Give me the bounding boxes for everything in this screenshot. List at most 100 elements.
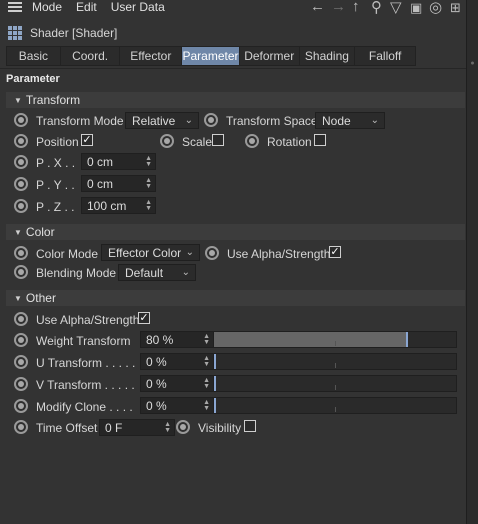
keyframe-radio-icon[interactable] — [14, 355, 28, 369]
time-offset-value: 0 F — [105, 420, 123, 435]
spinner-arrows-icon[interactable]: ▲ ▼ — [203, 355, 210, 368]
spinner-arrows-icon[interactable]: ▲ ▼ — [145, 155, 152, 168]
keyframe-radio-icon[interactable] — [14, 177, 28, 191]
spinner-arrows-icon[interactable]: ▲ ▼ — [145, 199, 152, 212]
parameter-title: Parameter — [6, 73, 60, 85]
color-alpha-label: Use Alpha/Strength — [227, 247, 331, 261]
spinner-arrows-icon[interactable]: ▲ ▼ — [145, 177, 152, 190]
collapse-triangle-icon[interactable]: ▼ — [14, 228, 22, 237]
weight-transform-input[interactable]: 80 % ▲ ▼ — [140, 331, 214, 348]
modify-clone-value: 0 % — [146, 398, 167, 413]
spinner-arrows-icon[interactable]: ▲ ▼ — [203, 377, 210, 390]
u-transform-label: U Transform . . . . . — [36, 356, 136, 370]
position-z-input[interactable]: 100 cm ▲ ▼ — [81, 197, 156, 214]
position-y-input[interactable]: 0 cm ▲ ▼ — [81, 175, 156, 192]
weight-transform-slider[interactable] — [213, 331, 457, 348]
keyframe-radio-icon[interactable] — [245, 134, 259, 148]
color-mode-label: Color Mode — [36, 247, 99, 261]
u-transform-input[interactable]: 0 % ▲ ▼ — [140, 353, 214, 370]
position-x-label: P . X . . — [36, 156, 76, 170]
blending-mode-dropdown[interactable]: Default ⌄ — [118, 264, 196, 281]
u-transform-slider[interactable] — [213, 353, 457, 370]
time-offset-label: Time Offset — [36, 421, 98, 435]
tab-coord[interactable]: Coord. — [61, 47, 121, 65]
weight-transform-label: Weight Transform — [36, 334, 131, 348]
color-mode-dropdown[interactable]: Effector Color ⌄ — [101, 244, 200, 261]
keyframe-radio-icon[interactable] — [160, 134, 174, 148]
divider — [0, 68, 466, 69]
visibility-label: Visibility — [198, 421, 242, 435]
position-x-input[interactable]: 0 cm ▲ ▼ — [81, 153, 156, 170]
forward-arrow-icon[interactable]: → — [331, 0, 346, 15]
collapse-triangle-icon[interactable]: ▼ — [14, 96, 22, 105]
tab-parameter[interactable]: Parameter — [182, 47, 240, 65]
tab-deformer[interactable]: Deformer — [240, 47, 300, 65]
keyframe-radio-icon[interactable] — [204, 113, 218, 127]
keyframe-radio-icon[interactable] — [14, 399, 28, 413]
tab-shading[interactable]: Shading — [300, 47, 356, 65]
modify-clone-slider[interactable] — [213, 397, 457, 414]
up-arrow-icon[interactable]: ↑ — [352, 0, 360, 15]
other-alpha-checkbox[interactable]: ✓ — [138, 312, 150, 324]
keyframe-radio-icon[interactable] — [14, 246, 28, 260]
slider-handle[interactable] — [214, 398, 216, 413]
v-transform-input[interactable]: 0 % ▲ ▼ — [140, 375, 214, 392]
back-arrow-icon[interactable]: ← — [310, 0, 325, 15]
transform-mode-dropdown[interactable]: Relative ⌄ — [125, 112, 199, 129]
new-panel-icon[interactable]: ⊞ — [450, 0, 461, 16]
keyframe-radio-icon[interactable] — [14, 333, 28, 347]
lock-icon[interactable]: ▣ — [410, 0, 422, 16]
slider-midpoint-tick — [335, 385, 336, 390]
side-strip: ● — [466, 0, 478, 524]
slider-handle[interactable] — [406, 332, 408, 347]
rotation-checkbox[interactable] — [314, 134, 326, 146]
v-transform-slider[interactable] — [213, 375, 457, 392]
position-checkbox[interactable]: ✓ — [81, 134, 93, 146]
target-icon[interactable]: ◎ — [429, 0, 442, 16]
hamburger-menu-icon[interactable] — [8, 0, 22, 14]
search-icon[interactable]: ⚲ — [371, 0, 382, 16]
menu-user-data[interactable]: User Data — [111, 0, 165, 14]
rotation-label: Rotation — [267, 135, 312, 149]
modify-clone-input[interactable]: 0 % ▲ ▼ — [140, 397, 214, 414]
transform-section-header[interactable]: ▼ Transform — [6, 92, 465, 108]
menu-edit[interactable]: Edit — [76, 0, 97, 14]
tab-effector[interactable]: Effector — [120, 47, 183, 65]
spinner-arrows-icon[interactable]: ▲ ▼ — [203, 399, 210, 412]
blending-mode-value: Default — [125, 265, 164, 280]
transform-space-dropdown[interactable]: Node ⌄ — [315, 112, 385, 129]
chevron-down-icon: ⌄ — [181, 267, 190, 278]
tab-basic[interactable]: Basic — [7, 47, 61, 65]
keyframe-radio-icon[interactable] — [14, 134, 28, 148]
color-alpha-checkbox[interactable]: ✓ — [329, 246, 341, 258]
transform-mode-label: Transform Mode — [36, 114, 124, 128]
object-name: Shader [Shader] — [30, 26, 118, 40]
slider-midpoint-tick — [335, 407, 336, 412]
color-section-header[interactable]: ▼ Color — [6, 224, 465, 240]
spinner-arrows-icon[interactable]: ▲ ▼ — [164, 421, 171, 434]
position-label: Position — [36, 135, 79, 149]
keyframe-radio-icon[interactable] — [14, 420, 28, 434]
v-transform-label: V Transform . . . . . — [36, 378, 135, 392]
visibility-checkbox[interactable] — [244, 420, 256, 432]
tab-falloff[interactable]: Falloff — [355, 47, 415, 65]
keyframe-radio-icon[interactable] — [14, 312, 28, 326]
chevron-down-icon: ⌄ — [185, 247, 194, 258]
time-offset-input[interactable]: 0 F ▲ ▼ — [99, 419, 175, 436]
slider-handle[interactable] — [214, 354, 216, 369]
keyframe-radio-icon[interactable] — [14, 113, 28, 127]
slider-handle[interactable] — [214, 376, 216, 391]
keyframe-radio-icon[interactable] — [14, 265, 28, 279]
collapse-triangle-icon[interactable]: ▼ — [14, 294, 22, 303]
other-section-header[interactable]: ▼ Other — [6, 290, 465, 306]
keyframe-radio-icon[interactable] — [205, 246, 219, 260]
keyframe-radio-icon[interactable] — [14, 377, 28, 391]
other-section-label: Other — [25, 291, 56, 305]
keyframe-radio-icon[interactable] — [14, 199, 28, 213]
scale-checkbox[interactable] — [212, 134, 224, 146]
spinner-arrows-icon[interactable]: ▲ ▼ — [203, 333, 210, 346]
keyframe-radio-icon[interactable] — [14, 155, 28, 169]
keyframe-radio-icon[interactable] — [176, 420, 190, 434]
menu-mode[interactable]: Mode — [32, 0, 62, 14]
filter-icon[interactable]: ▽ — [390, 0, 402, 16]
